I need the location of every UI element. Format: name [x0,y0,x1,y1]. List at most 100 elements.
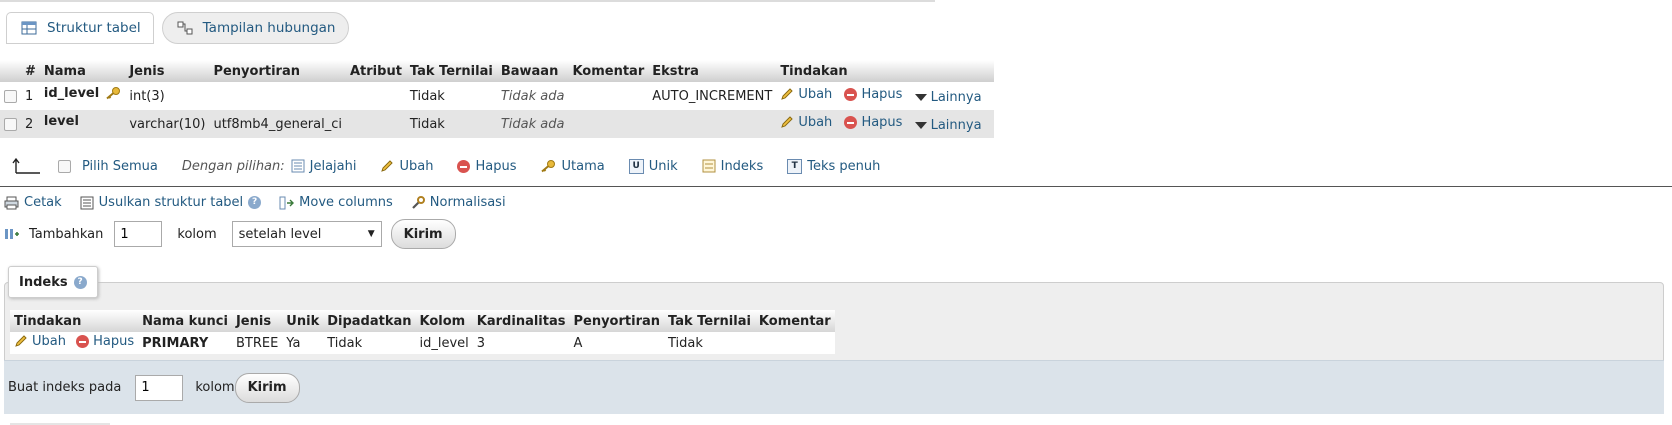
delete-icon [76,335,90,349]
browse-button[interactable]: Jelajahi [291,159,356,174]
fulltext-button[interactable]: T Teks penuh [787,158,880,174]
check-all-label: Pilih Semua [82,158,158,174]
row-checkbox[interactable] [4,117,17,131]
idx-header-cardinality: Kardinalitas [472,310,570,332]
structure-header-row: # Nama Jenis Penyortiran Atribut Tak Ter… [0,60,994,82]
index-button[interactable]: Indeks [702,158,764,174]
bulk-drop-label: Hapus [475,158,517,174]
row-number: 1 [21,82,40,110]
bulk-change-button[interactable]: Ubah [380,159,433,174]
check-all[interactable]: Pilih Semua [58,159,158,174]
index-column: id_level [419,335,469,351]
bulk-change-label: Ubah [399,158,434,174]
column-name-link[interactable]: level [44,114,79,129]
chevron-down-icon [914,122,927,130]
index-drop-label: Hapus [93,334,135,350]
check-all-checkbox[interactable] [58,159,71,173]
col-header-type: Jenis [125,60,210,82]
index-change-label: Ubah [32,333,66,349]
change-label: Ubah [798,86,833,102]
unique-button[interactable]: U Unik [628,158,678,174]
add-column-count-input[interactable] [114,221,163,247]
primary-label: Utama [561,158,605,174]
with-selected-label: Dengan pilihan: [181,158,285,174]
top-border [0,0,935,2]
propose-structure-label: Usulkan struktur tabel [98,195,244,210]
drop-button[interactable]: Hapus [844,115,902,130]
idx-header-null: Tak Ternilai [664,310,755,332]
help-icon[interactable]: ? [73,275,87,289]
idx-header-keyname: Nama kunci [138,310,232,332]
index-packed: Tidak [327,335,363,351]
normalize-link[interactable]: Normalisasi [411,195,506,210]
unique-label: Unik [648,158,678,174]
change-button[interactable]: Ubah [780,115,832,130]
column-extra [648,110,777,138]
move-columns-icon [279,196,295,209]
add-column-position-select[interactable]: setelah level ▼ [231,221,382,247]
tab-table-structure[interactable]: Struktur tabel [6,12,154,44]
index-comment [755,332,835,354]
column-null: Tidak [405,110,497,138]
create-index-count-input[interactable] [135,374,184,401]
help-icon[interactable]: ? [248,196,262,209]
table-row: 2 level varchar(10) utf8mb4_general_ci T… [0,110,994,138]
add-column-icon [5,229,19,239]
column-collation [209,82,346,110]
col-header-action: Tindakan [776,60,994,82]
index-drop-button[interactable]: Hapus [76,334,134,349]
column-comment [568,110,649,138]
index-label: Indeks [720,158,764,174]
index-type: BTREE [235,335,279,351]
indexes-legend[interactable]: Indeks ? [8,266,98,298]
column-null: Tidak [405,82,497,110]
delete-icon [844,88,858,102]
move-columns-link[interactable]: Move columns [279,195,393,210]
column-collation: utf8mb4_general_ci [209,110,346,138]
column-extra: AUTO_INCREMENT [648,82,777,110]
unique-icon: U [628,158,644,174]
add-column-submit-button[interactable]: Kirim [390,219,456,249]
idx-header-action: Tindakan [10,310,139,332]
tab-relation-view[interactable]: Tampilan hubungan [161,12,349,44]
more-dropdown[interactable]: Lainnya [914,118,982,133]
column-type: varchar(10) [125,110,210,138]
column-name-link[interactable]: id_level [44,86,99,101]
idx-header-unique: Unik [282,310,324,332]
idx-header-type: Jenis [231,310,283,332]
more-label: Lainnya [930,90,982,106]
fulltext-icon: T [787,158,803,174]
indexes-table: Tindakan Nama kunci Jenis Unik Dipadatka… [10,310,835,354]
index-change-button[interactable]: Ubah [14,334,66,349]
browse-icon [291,159,305,173]
row-checkbox[interactable] [4,89,17,103]
drop-label: Hapus [861,87,903,103]
col-header-number: # [21,60,40,82]
print-link[interactable]: Cetak [4,195,62,210]
primary-button[interactable]: Utama [540,158,605,174]
drop-button[interactable]: Hapus [844,87,902,102]
change-button[interactable]: Ubah [780,87,832,102]
propose-structure-link[interactable]: Usulkan struktur tabel ? [80,195,262,210]
view-tabs: Struktur tabel Tampilan hubungan [6,12,349,44]
wrench-icon [412,195,425,209]
add-column-unit: kolom [177,226,217,242]
delete-icon [844,116,858,130]
col-header-collation: Penyortiran [209,60,346,82]
index-unique: Ya [286,335,301,351]
idx-header-comment: Komentar [754,310,835,332]
move-columns-label: Move columns [299,195,393,210]
print-icon [4,196,19,209]
create-index-label: Buat indeks pada [8,380,122,395]
more-dropdown[interactable]: Lainnya [914,90,982,106]
index-keyname: PRIMARY [142,335,209,351]
primary-key-icon [541,160,556,173]
bulk-drop-button[interactable]: Hapus [457,159,516,174]
primary-key-icon [106,87,121,100]
col-header-null: Tak Ternilai [405,60,497,82]
col-header-default: Bawaan [496,60,569,82]
normalize-label: Normalisasi [429,195,506,210]
column-default: Tidak ada [496,82,569,110]
create-index-submit-button[interactable]: Kirim [234,372,300,403]
print-label: Cetak [24,195,62,210]
